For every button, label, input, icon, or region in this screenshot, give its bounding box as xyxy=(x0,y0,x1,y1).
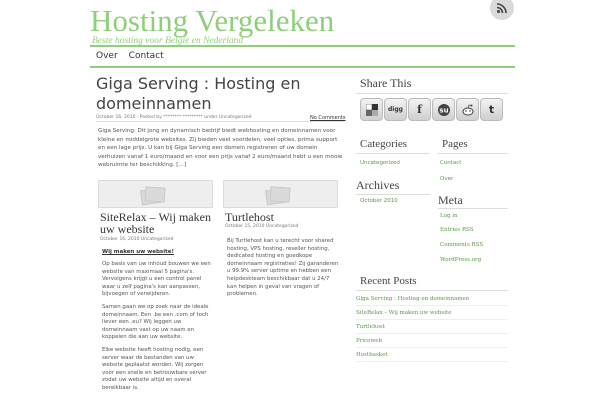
post-excerpt: Giga Serving: Dit jong en dynamisch bedr… xyxy=(98,128,343,169)
share-divider xyxy=(356,93,508,94)
header-divider xyxy=(90,45,515,47)
page-link-contact[interactable]: Contact xyxy=(440,160,461,166)
pages-divider xyxy=(438,153,508,154)
archive-link[interactable]: October 2010 xyxy=(360,198,398,204)
main-nav: Over Contact xyxy=(96,51,164,61)
meta-divider xyxy=(438,208,508,209)
archives-heading: Archives xyxy=(356,178,400,192)
digg-icon[interactable]: digg xyxy=(384,98,407,121)
recent-post-link[interactable]: Pricoweb xyxy=(356,334,508,348)
meta-link-entries-rss[interactable]: Entries RSS xyxy=(440,227,474,233)
card-title[interactable]: SiteRelax – Wij maken uw website xyxy=(100,211,215,235)
card-link[interactable]: Wij maken uw website! xyxy=(102,249,174,255)
reddit-icon[interactable] xyxy=(456,98,479,121)
recent-post-link[interactable]: Turtlehost xyxy=(356,320,508,334)
recent-post-link[interactable]: SiteRelax – Wij maken uw website xyxy=(356,306,508,320)
share-heading: Share This xyxy=(360,76,412,90)
rss-icon xyxy=(496,3,507,14)
card-meta: October 15, 2010 Uncategorized xyxy=(225,224,299,229)
card-thumbnail[interactable] xyxy=(223,180,338,208)
image-placeholder-icon xyxy=(140,184,167,206)
recent-posts-list: Giga Serving : Hosting en domeinnamen Si… xyxy=(356,292,508,362)
categories-divider xyxy=(356,153,430,154)
post-meta-divider xyxy=(96,121,344,122)
card-paragraph: Bij Turtlehost kan u terecht voor shared… xyxy=(227,238,339,298)
archives-divider xyxy=(356,194,430,195)
delicious-icon[interactable] xyxy=(360,98,383,121)
card-paragraph: Elke website heeft hosting nodig, een se… xyxy=(102,347,207,391)
site-title[interactable]: Hosting Vergeleken xyxy=(90,3,334,39)
facebook-icon[interactable]: f xyxy=(408,98,431,121)
post-meta: October 16, 2010 · Posted by ******** **… xyxy=(96,115,252,120)
meta-link-login[interactable]: Log in xyxy=(440,213,458,219)
recent-posts-divider xyxy=(356,290,508,291)
card-thumbnail[interactable] xyxy=(98,180,213,208)
nav-item-contact[interactable]: Contact xyxy=(129,51,164,61)
rss-button[interactable] xyxy=(490,0,514,20)
meta-heading: Meta xyxy=(438,193,463,207)
twitter-icon[interactable]: t xyxy=(480,98,503,121)
post-title[interactable]: Giga Serving : Hosting en domeinnamen xyxy=(96,74,346,114)
nav-divider xyxy=(90,66,515,68)
image-placeholder-icon xyxy=(265,184,292,206)
stumbleupon-icon[interactable]: su xyxy=(432,98,455,121)
recent-post-link[interactable]: Giga Serving : Hosting en domeinnamen xyxy=(356,292,508,306)
recent-posts-heading: Recent Posts xyxy=(360,275,417,287)
meta-link-comments-rss[interactable]: Comments RSS xyxy=(440,242,483,248)
card-paragraph: Op basis van uw inhoud bouwen we een web… xyxy=(102,261,211,298)
category-link[interactable]: Uncategorized xyxy=(360,160,400,166)
card-title[interactable]: Turtlehost xyxy=(225,211,340,223)
recent-post-link[interactable]: Hostbasket xyxy=(356,348,508,362)
pages-heading: Pages xyxy=(442,138,468,150)
categories-heading: Categories xyxy=(360,138,408,150)
meta-link-wordpress[interactable]: WordPress.org xyxy=(440,257,481,263)
card-paragraph: Samen gaan we op zoek naar de ideale dom… xyxy=(102,304,209,341)
svg-text:su: su xyxy=(439,106,448,114)
page-link-over[interactable]: Over xyxy=(440,176,453,182)
nav-item-over[interactable]: Over xyxy=(96,51,118,61)
card-meta: October 16, 2010 Uncategorized xyxy=(100,237,174,242)
